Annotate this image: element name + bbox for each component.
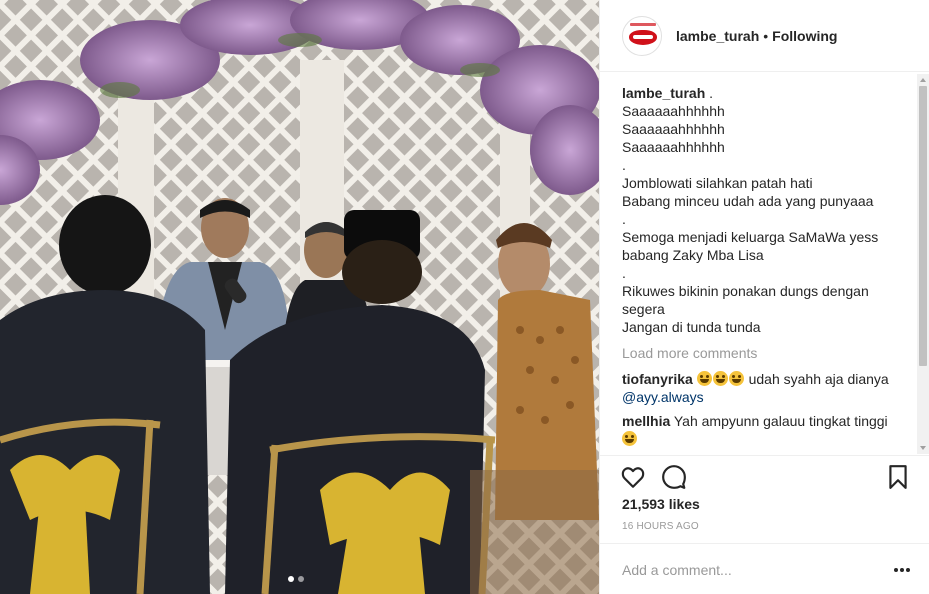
crying-face-icon bbox=[622, 431, 637, 446]
caption-line: Saaaaaahhhhhh bbox=[622, 139, 725, 155]
comment-username[interactable]: tiofanyrika bbox=[622, 371, 693, 387]
comments-list: lambe_turah . Saaaaaahhhhhh Saaaaaahhhhh… bbox=[622, 84, 914, 454]
caption-line: . bbox=[622, 265, 626, 281]
comment-bubble-icon[interactable] bbox=[661, 464, 687, 490]
comment-item: tiofanyrika udah syahh aja dianya @ayy.a… bbox=[622, 370, 914, 406]
caption-first-line: lambe_turah . bbox=[622, 84, 914, 102]
scrollbar-thumb[interactable] bbox=[919, 86, 927, 366]
comments-scrollbar[interactable] bbox=[917, 74, 929, 454]
post-side-panel: lambe_turah • Following lambe_turah . Sa… bbox=[599, 0, 929, 594]
likes-count[interactable]: 21,593 likes bbox=[622, 496, 700, 512]
caption-line: Semoga menjadi keluarga SaMaWa yess bbox=[622, 229, 879, 245]
post-media[interactable] bbox=[0, 0, 599, 594]
comment-text: Yah ampyunn galauu tingkat tinggi bbox=[670, 413, 888, 429]
brand-text-mark bbox=[630, 22, 656, 26]
comment-text: udah syahh aja dianya bbox=[744, 371, 889, 387]
scroll-up-arrow-icon[interactable] bbox=[920, 78, 926, 82]
caption-line: Saaaaaahhhhhh bbox=[622, 103, 725, 119]
comment-username[interactable]: mellhia bbox=[622, 413, 670, 429]
face-with-tears-of-joy-icon bbox=[696, 371, 712, 386]
caption-line: Jomblowati silahkan patah hati bbox=[622, 175, 813, 191]
more-options-icon[interactable] bbox=[894, 568, 910, 572]
comment-item: mellhia Yah ampyunn galauu tingkat tingg… bbox=[622, 412, 914, 448]
caption-line: Babang minceu udah ada yang punyaaa bbox=[622, 193, 874, 209]
post-header: lambe_turah • Following bbox=[600, 0, 929, 72]
caption-text: . bbox=[705, 85, 714, 101]
caption-line: . bbox=[622, 157, 626, 173]
caption-line: Jangan di tunda tunda bbox=[622, 319, 761, 335]
scroll-down-arrow-icon[interactable] bbox=[920, 446, 926, 450]
header-separator: • bbox=[763, 27, 769, 44]
add-comment-input[interactable] bbox=[622, 559, 872, 581]
carousel-dot[interactable] bbox=[298, 576, 304, 582]
post-actions-bar bbox=[600, 455, 929, 495]
caption-line: . bbox=[622, 211, 626, 227]
avatar[interactable] bbox=[622, 15, 662, 56]
load-more-comments-link[interactable]: Load more comments bbox=[622, 344, 914, 362]
caption: lambe_turah . Saaaaaahhhhhh Saaaaaahhhhh… bbox=[622, 84, 914, 336]
caption-line: babang Zaky Mba Lisa bbox=[622, 247, 764, 263]
add-comment-section bbox=[600, 543, 929, 594]
caption-line: Saaaaaahhhhhh bbox=[622, 121, 725, 137]
face-with-tears-of-joy-icon bbox=[712, 371, 728, 386]
post-viewer: lambe_turah • Following lambe_turah . Sa… bbox=[0, 0, 929, 594]
following-button[interactable]: Following bbox=[772, 28, 837, 44]
post-timestamp[interactable]: 16 HOURS AGO bbox=[622, 521, 699, 532]
carousel-indicator bbox=[288, 576, 304, 582]
face-with-tears-of-joy-icon bbox=[728, 371, 744, 386]
teeth-logo-detail bbox=[633, 34, 653, 39]
caption-line: Rikuwes bikinin ponakan dungs dengan bbox=[622, 283, 869, 299]
header-username[interactable]: lambe_turah bbox=[676, 28, 759, 44]
caption-line: segera bbox=[622, 301, 665, 317]
caption-username[interactable]: lambe_turah bbox=[622, 85, 705, 101]
comment-mention-link[interactable]: @ayy.always bbox=[622, 389, 704, 405]
carousel-dot-active[interactable] bbox=[288, 576, 294, 582]
heart-icon[interactable] bbox=[620, 464, 646, 490]
bookmark-icon[interactable] bbox=[885, 464, 911, 490]
wedding-ceremony-photo bbox=[0, 0, 599, 594]
